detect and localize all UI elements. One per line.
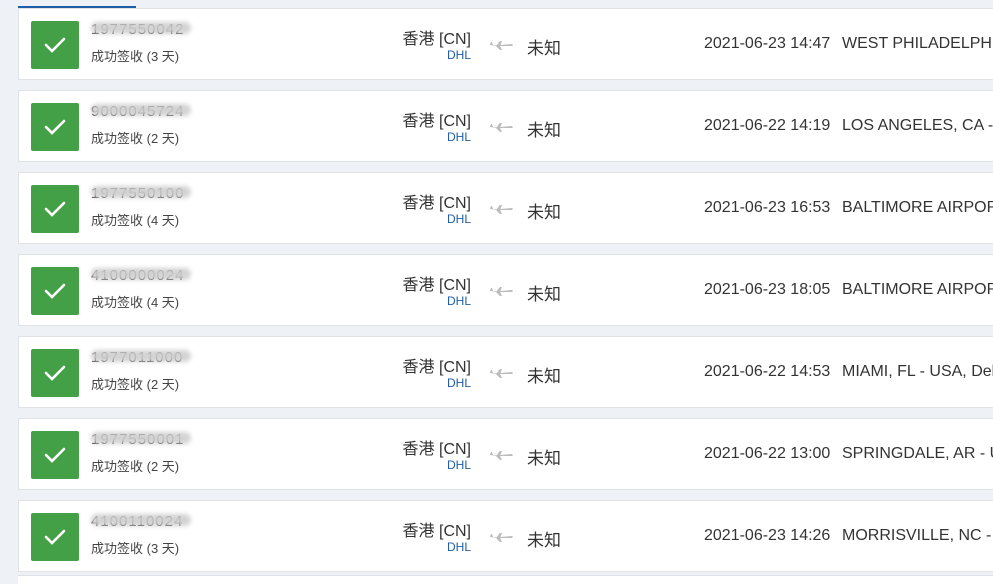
checkmark-icon: [44, 365, 66, 381]
checkmark-icon: [44, 529, 66, 545]
airplane-icon: [489, 451, 513, 460]
last-event-description: MIAMI, FL - USA, Del: [842, 363, 993, 380]
checkmark-icon: [44, 119, 66, 135]
airplane-icon: [489, 287, 513, 296]
delivered-status-badge: [31, 349, 79, 397]
checkmark-icon: [44, 283, 66, 299]
tracking-number-mask: [91, 22, 191, 34]
carrier-link[interactable]: DHL: [447, 48, 471, 62]
origin-location: 香港 [CN]: [402, 359, 471, 376]
destination-location: 未知: [527, 203, 561, 222]
airplane-icon: [489, 533, 513, 542]
tracking-number-mask: [91, 432, 191, 444]
last-event-description: WEST PHILADELPHIA: [842, 35, 993, 52]
shipment-list: 1977550042 成功签收 (3 天) 香港 [CN] DHL 未知 202…: [18, 8, 993, 582]
delivery-status: 成功签收 (4 天): [91, 295, 180, 310]
shipment-row[interactable]: 1977550042 成功签收 (3 天) 香港 [CN] DHL 未知 202…: [18, 8, 993, 80]
airplane-icon: [489, 205, 513, 214]
shipment-row[interactable]: 4100110024 成功签收 (3 天) 香港 [CN] DHL 未知 202…: [18, 500, 993, 572]
origin-location: 香港 [CN]: [402, 31, 471, 48]
last-event-time: 2021-06-22 13:00: [704, 445, 831, 462]
checkmark-icon: [44, 201, 66, 217]
destination-location: 未知: [527, 285, 561, 304]
delivery-status: 成功签收 (3 天): [91, 49, 180, 64]
delivered-status-badge: [31, 21, 79, 69]
last-event-description: BALTIMORE AIRPORT: [842, 199, 993, 216]
top-bar: [0, 0, 993, 8]
destination-location: 未知: [527, 121, 561, 140]
last-event-time: 2021-06-23 16:53: [704, 199, 831, 216]
delivery-status: 成功签收 (2 天): [91, 377, 180, 392]
shipment-row[interactable]: 9000045724 成功签收 (2 天) 香港 [CN] DHL 未知 202…: [18, 90, 993, 162]
delivery-status: 成功签收 (2 天): [91, 131, 180, 146]
airplane-icon: [489, 369, 513, 378]
last-event-description: SPRINGDALE, AR - USA: [842, 445, 993, 462]
origin-location: 香港 [CN]: [402, 277, 471, 294]
delivery-status: 成功签收 (4 天): [91, 213, 180, 228]
last-event-time: 2021-06-23 14:26: [704, 527, 831, 544]
last-event-time: 2021-06-22 14:19: [704, 117, 831, 134]
destination-location: 未知: [527, 39, 561, 58]
carrier-link[interactable]: DHL: [447, 130, 471, 144]
carrier-link[interactable]: DHL: [447, 294, 471, 308]
delivered-status-badge: [31, 103, 79, 151]
tracking-number-mask: [91, 350, 191, 362]
checkmark-icon: [44, 447, 66, 463]
origin-location: 香港 [CN]: [402, 195, 471, 212]
shipment-row[interactable]: 1977550100 成功签收 (4 天) 香港 [CN] DHL 未知 202…: [18, 172, 993, 244]
shipment-row[interactable]: 1977550001 成功签收 (2 天) 香港 [CN] DHL 未知 202…: [18, 418, 993, 490]
destination-location: 未知: [527, 531, 561, 550]
carrier-link[interactable]: DHL: [447, 540, 471, 554]
delivered-status-badge: [31, 185, 79, 233]
tracking-number-mask: [91, 268, 191, 280]
tracking-number-mask: [91, 514, 191, 526]
shipment-row[interactable]: 1977011000 成功签收 (2 天) 香港 [CN] DHL 未知 202…: [18, 336, 993, 408]
shipment-row[interactable]: 4100000024 成功签收 (4 天) 香港 [CN] DHL 未知 202…: [18, 254, 993, 326]
delivered-status-badge: [31, 431, 79, 479]
last-event-time: 2021-06-23 14:47: [704, 35, 831, 52]
destination-location: 未知: [527, 367, 561, 386]
airplane-icon: [489, 123, 513, 132]
origin-location: 香港 [CN]: [402, 441, 471, 458]
delivered-status-badge: [31, 513, 79, 561]
checkmark-icon: [44, 37, 66, 53]
tracking-number-mask: [91, 186, 191, 198]
last-event-description: LOS ANGELES, CA - USA: [842, 117, 993, 134]
last-event-description: BALTIMORE AIRPORT: [842, 281, 993, 298]
delivered-status-badge: [31, 267, 79, 315]
carrier-link[interactable]: DHL: [447, 212, 471, 226]
carrier-link[interactable]: DHL: [447, 376, 471, 390]
delivery-status: 成功签收 (3 天): [91, 541, 180, 556]
last-event-description: MORRISVILLE, NC - USA: [842, 527, 993, 544]
last-event-time: 2021-06-22 14:53: [704, 363, 831, 380]
origin-location: 香港 [CN]: [402, 113, 471, 130]
last-event-time: 2021-06-23 18:05: [704, 281, 831, 298]
destination-location: 未知: [527, 449, 561, 468]
origin-location: 香港 [CN]: [402, 523, 471, 540]
tracking-number-mask: [91, 104, 191, 116]
delivery-status: 成功签收 (2 天): [91, 459, 180, 474]
airplane-icon: [489, 41, 513, 50]
carrier-link[interactable]: DHL: [447, 458, 471, 472]
